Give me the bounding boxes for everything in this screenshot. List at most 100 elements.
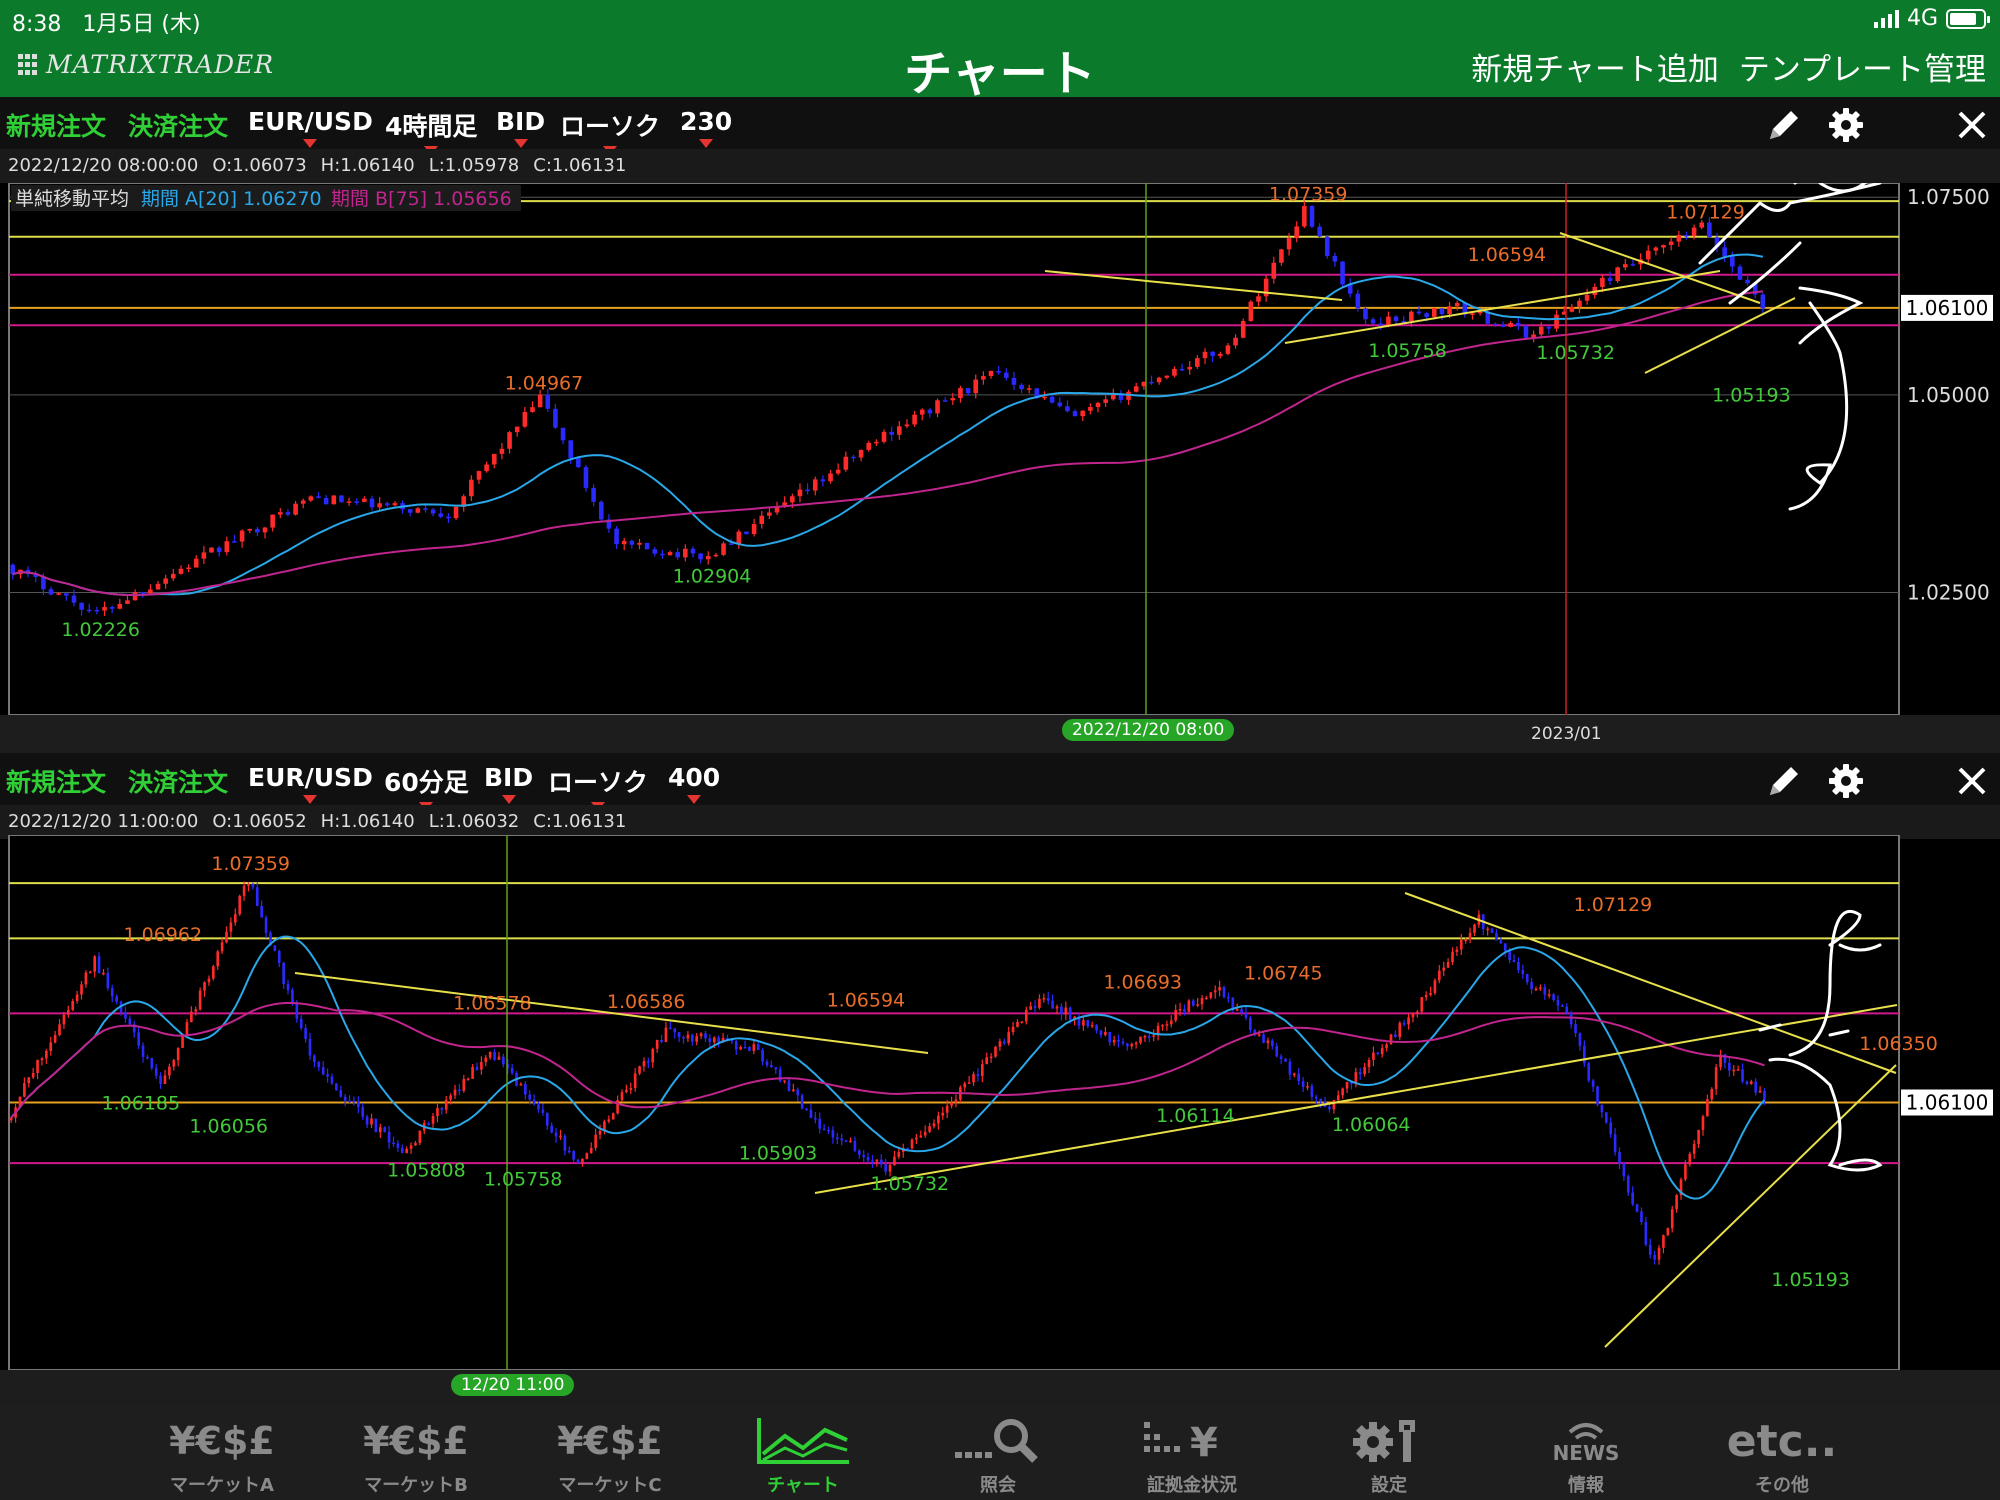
candle-body bbox=[1424, 995, 1428, 998]
price-side-select[interactable]: BID bbox=[484, 763, 533, 804]
candle-body bbox=[981, 1064, 984, 1077]
candle-body bbox=[1256, 296, 1261, 302]
close-icon[interactable] bbox=[1952, 761, 1992, 801]
candle-body bbox=[71, 595, 77, 603]
date-axis-label: 2023/01 bbox=[1531, 724, 1602, 744]
close-order-button[interactable]: 決済注文 bbox=[128, 763, 228, 799]
candle-body bbox=[958, 388, 963, 399]
candle-body bbox=[1402, 1022, 1406, 1025]
candle-body bbox=[637, 542, 642, 545]
bar-count-select[interactable]: 400 bbox=[668, 763, 720, 804]
pencil-icon[interactable] bbox=[1764, 105, 1804, 145]
candle-body bbox=[1754, 1081, 1758, 1093]
price-side-select[interactable]: BID bbox=[496, 107, 545, 148]
candle-body bbox=[1714, 1067, 1718, 1090]
candle-body bbox=[1439, 308, 1445, 315]
tab-market-c[interactable]: ¥€$£ マーケットC bbox=[535, 1413, 685, 1497]
candle-body bbox=[598, 1130, 602, 1135]
tab-market-a[interactable]: ¥€$£ マーケットA bbox=[147, 1413, 297, 1497]
candle-body bbox=[102, 607, 107, 611]
candle-body bbox=[255, 528, 260, 533]
candle-body bbox=[814, 1117, 817, 1120]
tab-market-b[interactable]: ¥€$£ マーケットB bbox=[341, 1413, 491, 1497]
timeframe-select[interactable]: 60分足 bbox=[384, 763, 469, 811]
close-icon[interactable] bbox=[1952, 105, 1992, 145]
candle-body bbox=[1108, 1031, 1112, 1043]
candle-body bbox=[466, 1078, 470, 1081]
candle-body bbox=[572, 1151, 575, 1160]
candle-body bbox=[607, 1119, 611, 1122]
candle-body bbox=[1002, 1041, 1006, 1044]
gear-icon[interactable] bbox=[1826, 761, 1866, 801]
chart-type-select[interactable]: ローソク bbox=[560, 107, 660, 155]
candle-body bbox=[629, 1088, 633, 1090]
candle-body bbox=[633, 1073, 637, 1089]
candle-body bbox=[163, 578, 168, 584]
candle-body bbox=[1143, 1035, 1147, 1038]
candle-body bbox=[194, 1009, 198, 1012]
current-price-label: 1.06100 bbox=[1906, 1091, 1989, 1115]
extreme-price-label: 1.06594 bbox=[827, 989, 906, 1011]
candle-body bbox=[1174, 1009, 1177, 1021]
symbol-select[interactable]: EUR/USD bbox=[248, 763, 373, 804]
new-order-button[interactable]: 新規注文 bbox=[6, 107, 106, 143]
candle-body bbox=[1411, 1013, 1415, 1018]
candle-body bbox=[1596, 1086, 1599, 1105]
candle-body bbox=[620, 1092, 624, 1101]
tab-margin-status[interactable]: ¥ 証拠金状況 bbox=[1117, 1413, 1267, 1497]
candle-body bbox=[1732, 1069, 1736, 1072]
tab-chart[interactable]: チャート bbox=[728, 1413, 878, 1497]
candle-body bbox=[1398, 1022, 1402, 1038]
candle-body bbox=[514, 426, 520, 433]
gear-icon[interactable] bbox=[1826, 105, 1866, 145]
symbol-select[interactable]: EUR/USD bbox=[248, 107, 373, 148]
chart-type-select[interactable]: ローソク bbox=[548, 763, 648, 811]
tab-settings[interactable]: 設定 bbox=[1314, 1413, 1464, 1497]
candle-body bbox=[1554, 314, 1559, 329]
pencil-icon[interactable] bbox=[1764, 761, 1804, 801]
candle-body bbox=[1179, 368, 1185, 371]
candle-body bbox=[712, 1037, 716, 1043]
candle-body bbox=[163, 1075, 167, 1084]
candle-body bbox=[190, 1011, 193, 1023]
candle-body bbox=[1095, 402, 1101, 408]
tab-etc[interactable]: etc.. その他 bbox=[1707, 1413, 1857, 1497]
candle-body bbox=[484, 1057, 488, 1063]
candle-body bbox=[554, 1132, 558, 1137]
candle-body bbox=[545, 1112, 549, 1126]
chart-top-canvas[interactable]: 1.02226 1.04967 1.02904 1.07359 1.05758 1.065… bbox=[0, 183, 2000, 753]
currency-icon: ¥€$£ bbox=[557, 1419, 663, 1463]
candle-body bbox=[822, 1128, 826, 1131]
extreme-price-label: 1.05758 bbox=[1368, 340, 1447, 362]
candle-body bbox=[1737, 266, 1743, 280]
add-chart-button[interactable]: 新規チャート追加 bbox=[1471, 44, 1719, 89]
candle-body bbox=[308, 1038, 312, 1056]
currency-icon: ¥€$£ bbox=[363, 1419, 469, 1463]
template-manage-button[interactable]: テンプレート管理 bbox=[1739, 44, 1986, 89]
candle-body bbox=[41, 576, 46, 590]
bar-count-select[interactable]: 230 bbox=[680, 107, 732, 148]
candle-body bbox=[897, 426, 902, 435]
candle-body bbox=[862, 1154, 865, 1158]
price-tick-label: 1.02500 bbox=[1907, 580, 1990, 604]
candle-body bbox=[203, 982, 206, 991]
candle-body bbox=[1618, 1151, 1621, 1164]
candle-body bbox=[339, 1090, 343, 1097]
chart-bottom-canvas[interactable]: 1.07359 1.06962 1.06185 1.06056 1.06578 1.065… bbox=[0, 835, 2000, 1370]
candle-body bbox=[1538, 326, 1544, 335]
new-order-button[interactable]: 新規注文 bbox=[6, 763, 106, 799]
candle-body bbox=[1622, 1163, 1626, 1177]
tab-inquiry[interactable]: 照会 bbox=[923, 1413, 1073, 1497]
extreme-price-label: 1.06745 bbox=[1244, 962, 1323, 984]
candle-body bbox=[1508, 322, 1513, 327]
timeframe-select[interactable]: 4時間足 bbox=[385, 107, 477, 155]
extreme-price-label: 1.05193 bbox=[1771, 1269, 1850, 1291]
candle-body bbox=[591, 487, 596, 502]
candle-body bbox=[1386, 316, 1391, 326]
candle-body bbox=[383, 1127, 387, 1132]
tab-news[interactable]: NEWS 情報 bbox=[1511, 1413, 1661, 1497]
candle-body bbox=[1644, 1222, 1648, 1245]
candle-body bbox=[667, 552, 673, 556]
candle-body bbox=[53, 1035, 57, 1043]
close-order-button[interactable]: 決済注文 bbox=[128, 107, 228, 143]
